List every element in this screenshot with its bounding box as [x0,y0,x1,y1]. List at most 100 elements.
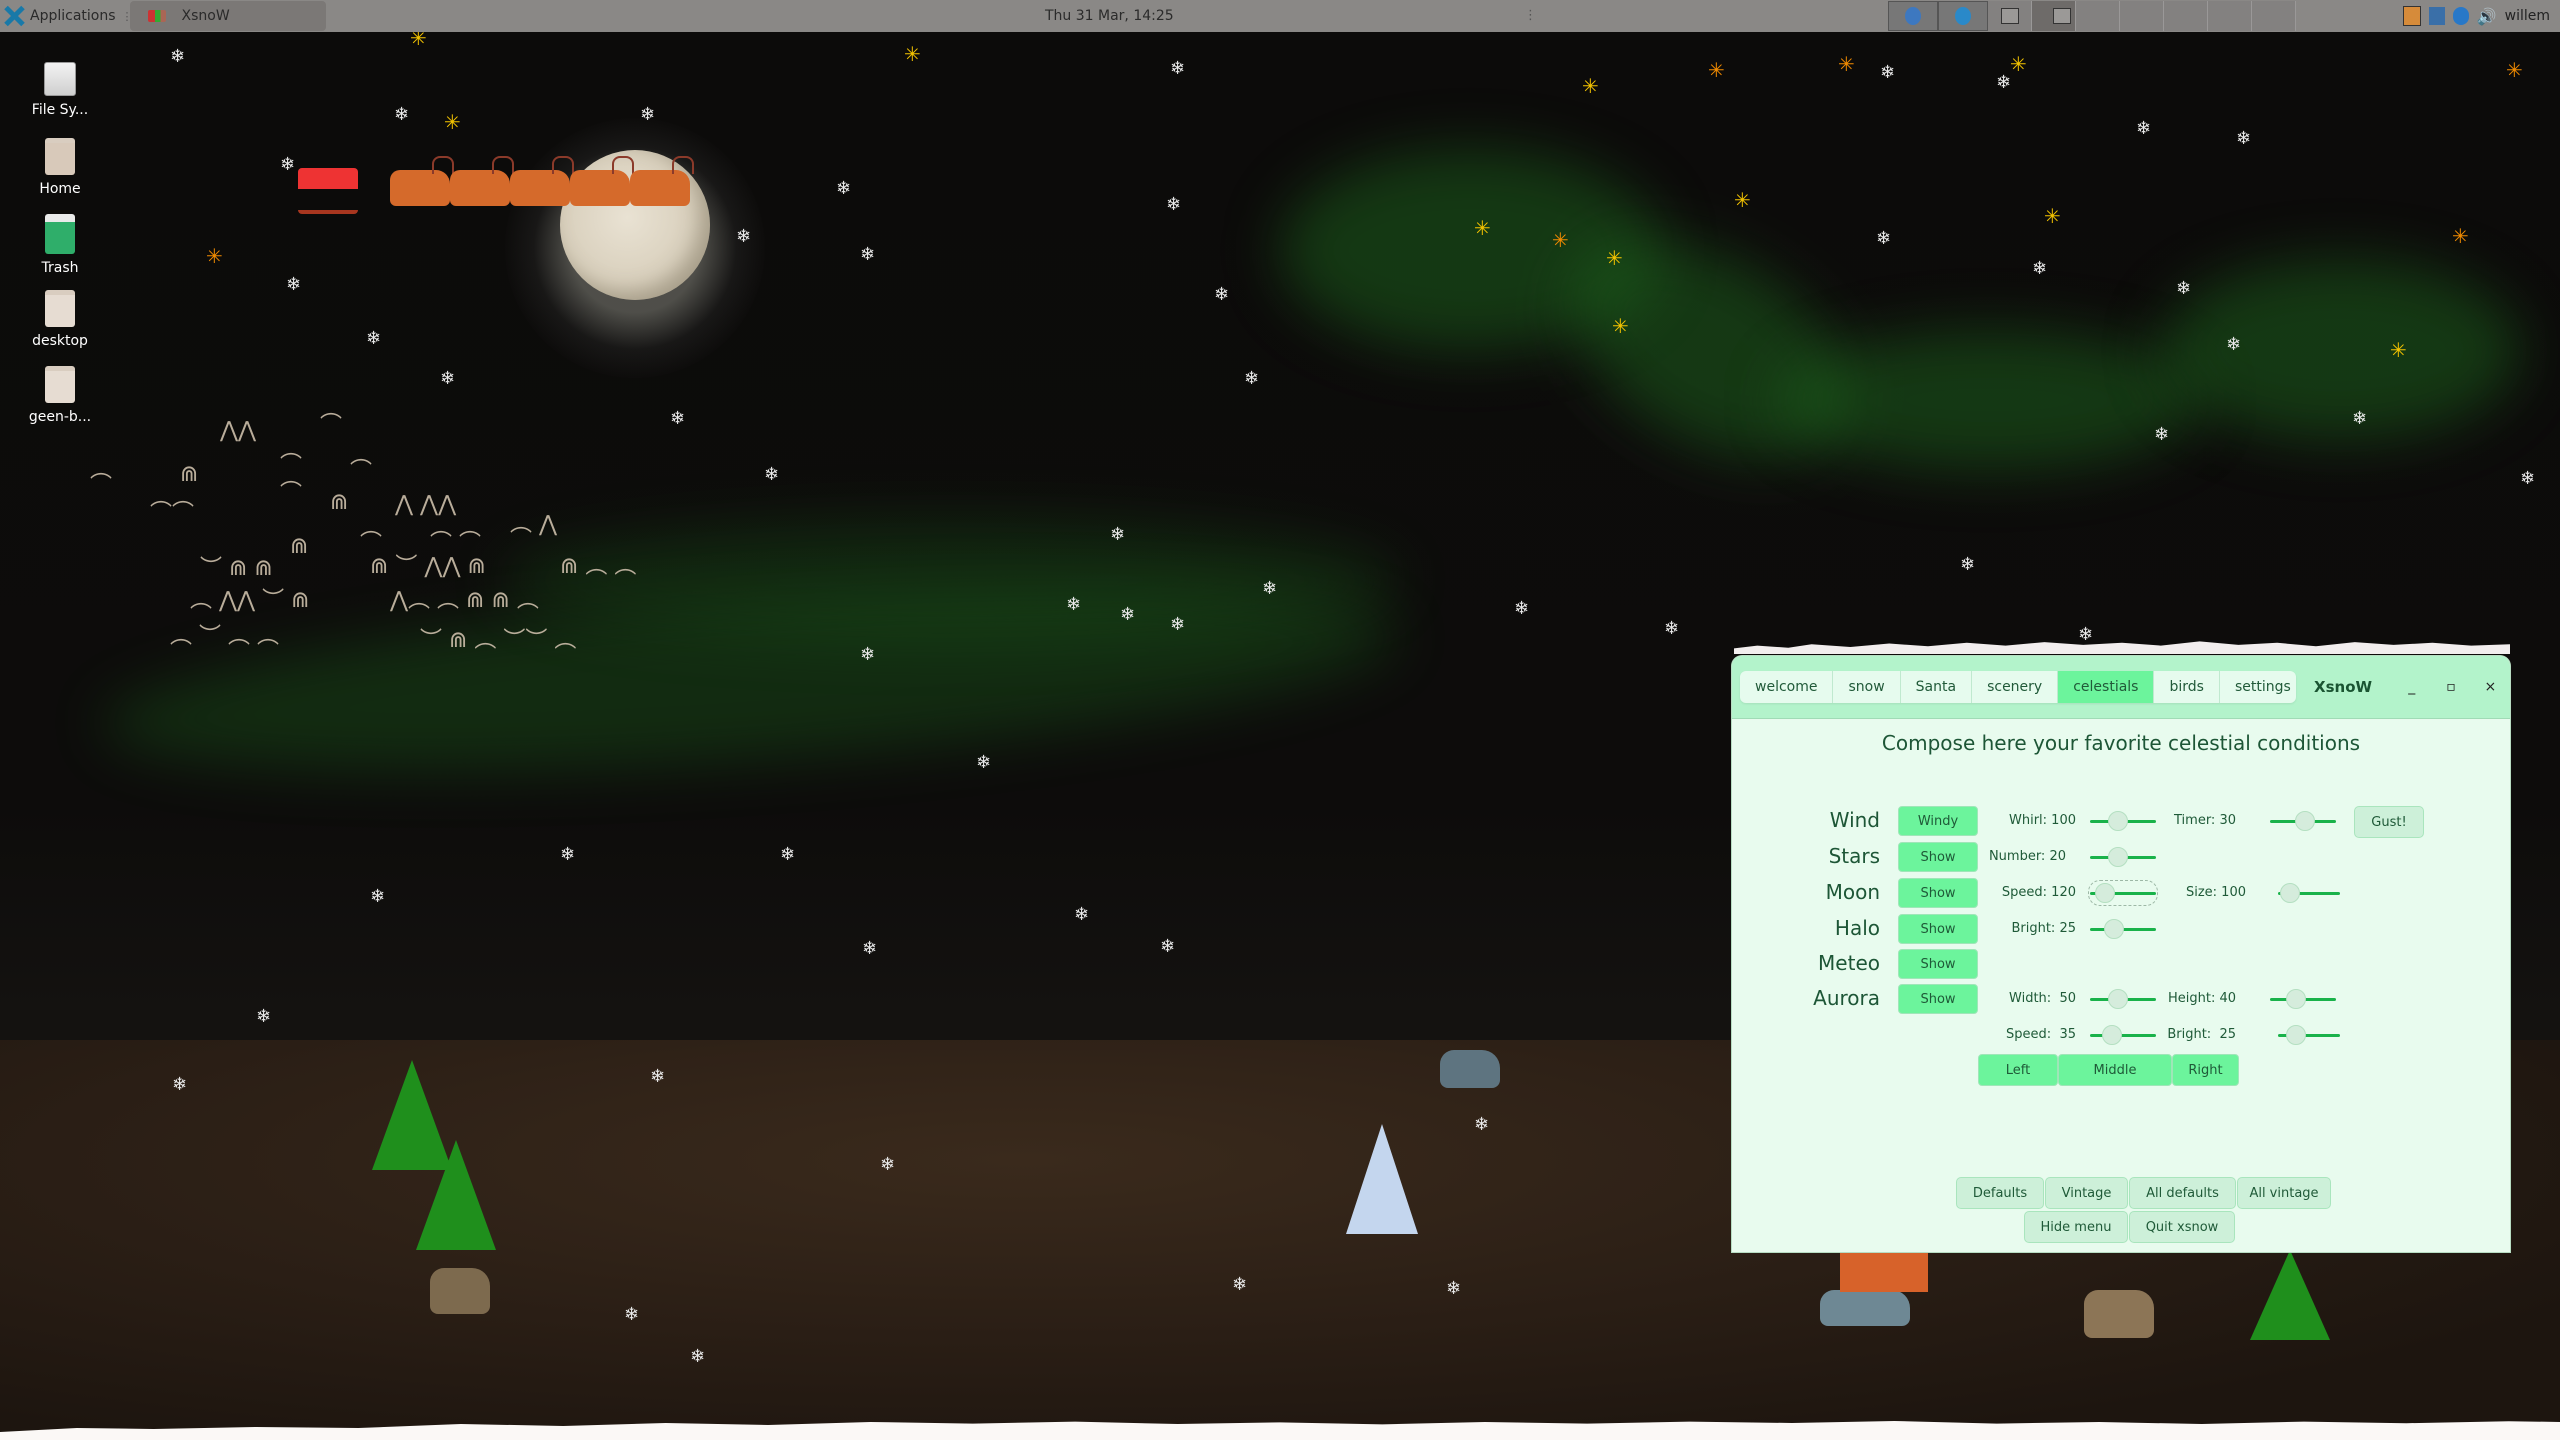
slider-knob[interactable] [2104,919,2124,939]
workspace-9[interactable] [2252,1,2296,31]
slider-knob[interactable] [2102,1025,2122,1045]
applications-menu[interactable]: Applications ⋮ [0,0,133,32]
slider-knob[interactable] [2280,883,2300,903]
bluetooth-icon[interactable] [2452,7,2469,25]
moose-animal [430,1268,490,1314]
workspace-5[interactable] [2076,1,2120,31]
workspace-1[interactable] [1888,1,1938,31]
meteo-toggle-button[interactable]: Show [1898,949,1978,979]
taskbar-button-xsnow[interactable]: XsnoW [129,1,326,31]
desktop-icon-trash[interactable]: Trash [10,214,110,276]
slider-knob[interactable] [2108,989,2128,1009]
desktop-icon-filesystem[interactable]: File Sy... [10,62,110,118]
moon-speed-slider[interactable] [2088,880,2158,906]
snowflake: ❄ [1996,72,2012,93]
panel-handle[interactable]: ⋮ [1524,8,1537,23]
slider-knob[interactable] [2095,883,2115,903]
clipboard-icon[interactable] [2402,6,2421,26]
halo-toggle-button[interactable]: Show [1898,914,1978,944]
all-vintage-button[interactable]: All vintage [2237,1177,2331,1209]
halo-bright-slider[interactable] [2090,918,2156,940]
tab-scenery[interactable]: scenery [1972,671,2059,703]
desktop-icon-home[interactable]: Home [10,138,110,197]
snowflake: ❄ [2136,118,2152,139]
star: ✳ [2390,338,2407,362]
timer-slider[interactable] [2270,810,2336,832]
reindeer-animal [1820,1290,1910,1326]
tab-birds[interactable]: birds [2154,671,2220,703]
volume-icon[interactable]: 🔊 [2477,7,2497,26]
slider-knob[interactable] [2108,811,2128,831]
tab-settings[interactable]: settings [2220,671,2296,703]
hide-menu-button[interactable]: Hide menu [2024,1211,2128,1243]
aurora-bright-label: Bright: 25 [2167,1027,2236,1042]
tab-welcome[interactable]: welcome [1740,671,1834,703]
star: ✳ [1734,188,1751,212]
moon-size-slider[interactable] [2278,882,2340,904]
slider-knob[interactable] [2108,847,2128,867]
stars-toggle-button[interactable]: Show [1898,842,1978,872]
stars-number-slider[interactable] [2090,846,2156,868]
workspace-3[interactable] [1988,1,2032,31]
network-icon[interactable] [2428,7,2445,25]
workspace-6[interactable] [2120,1,2164,31]
snowflake: ❄ [1120,604,1136,625]
workspace-4[interactable] [2032,1,2076,31]
snowflake: ❄ [1066,594,1082,615]
aurora-left-button[interactable]: Left [1978,1054,2058,1086]
workspace-switcher[interactable] [1888,1,2296,31]
meteo-label: Meteo [1818,951,1880,975]
gust-button[interactable]: Gust! [2354,806,2424,838]
aurora-speed-slider[interactable] [2090,1024,2156,1046]
desktop-icon-desktop[interactable]: desktop [10,290,110,349]
snowflake: ❄ [670,408,686,429]
workspace-2[interactable] [1938,1,1988,31]
tab-santa[interactable]: Santa [1901,671,1973,703]
snowflake: ❄ [170,46,186,67]
clock[interactable]: Thu 31 Mar, 14:25 [1045,8,1174,24]
bird: ︵ [280,466,303,491]
tab-celestials[interactable]: celestials [2058,671,2155,703]
wind-toggle-button[interactable]: Windy [1898,806,1978,836]
star: ✳ [1612,314,1629,338]
aurora-right-button[interactable]: Right [2172,1054,2239,1086]
aurora-width-slider[interactable] [2090,988,2156,1010]
snowflake: ❄ [370,886,386,907]
bird: ︵ [320,398,343,423]
minimize-button[interactable]: _ [2392,679,2431,695]
workspace-8[interactable] [2208,1,2252,31]
timer-label: Timer: 30 [2174,813,2236,828]
all-defaults-button[interactable]: All defaults [2129,1177,2236,1209]
aurora-toggle-button[interactable]: Show [1898,984,1978,1014]
panel-separator: ⋮ [121,9,133,23]
top-panel: Applications ⋮ XsnoW Thu 31 Mar, 14:25 ⋮… [0,0,2560,32]
moon-toggle-button[interactable]: Show [1898,878,1978,908]
workspace-7[interactable] [2164,1,2208,31]
close-button[interactable]: × [2471,679,2510,695]
snowflake: ❄ [1262,578,1278,599]
slider-knob[interactable] [2295,811,2315,831]
star: ✳ [2506,58,2523,82]
bird: ⋀⋀ [220,418,257,443]
slider-knob[interactable] [2286,1025,2306,1045]
bird: ︵ [90,458,113,483]
user-name[interactable]: willem [2505,8,2550,24]
snowflake: ❄ [624,1304,640,1325]
star: ✳ [1474,216,1491,240]
aurora-middle-button[interactable]: Middle [2058,1054,2172,1086]
defaults-button[interactable]: Defaults [1956,1177,2044,1209]
aurora-height-slider[interactable] [2270,988,2336,1010]
desktop-icon-geen-b[interactable]: geen-b... [10,366,110,425]
aurora-bright-slider[interactable] [2278,1024,2340,1046]
snowflake: ❄ [256,1006,272,1027]
maximize-button[interactable]: ▫ [2431,679,2470,695]
aurora-width-label: Width: 50 [2009,991,2076,1006]
whirl-slider[interactable] [2090,810,2156,832]
whirl-label: Whirl: 100 [2009,813,2076,828]
bird: ⋀︵ ︵ ⋒ ⋒ ︵ [390,588,539,613]
slider-knob[interactable] [2286,989,2306,1009]
vintage-button[interactable]: Vintage [2045,1177,2128,1209]
quit-xsnow-button[interactable]: Quit xsnow [2129,1211,2235,1243]
tab-snow[interactable]: snow [1833,671,1901,703]
window-titlebar[interactable]: welcome snow Santa scenery celestials bi… [1732,656,2510,719]
